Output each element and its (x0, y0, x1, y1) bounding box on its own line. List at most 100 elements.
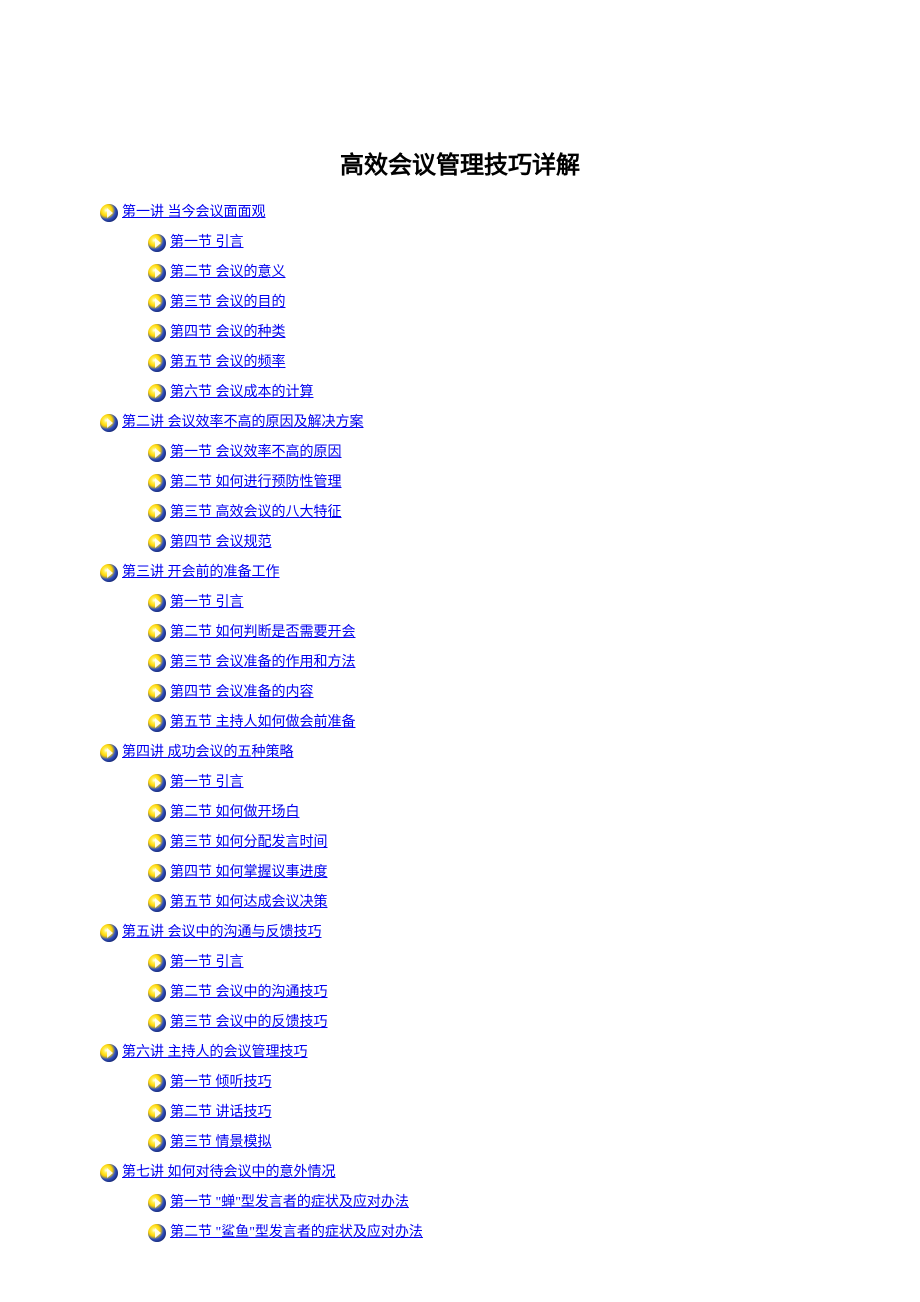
toc-link[interactable]: 第七讲 如何对待会议中的意外情况 (122, 1158, 336, 1188)
toc-link[interactable]: 第二节 讲话技巧 (170, 1098, 272, 1128)
toc-link[interactable]: 第六节 会议成本的计算 (170, 378, 314, 408)
toc-link[interactable]: 第二讲 会议效率不高的原因及解决方案 (122, 408, 364, 438)
toc-item: 第三节 会议的目的 (148, 288, 820, 318)
toc-link[interactable]: 第五节 主持人如何做会前准备 (170, 708, 356, 738)
toc-link[interactable]: 第二节 会议中的沟通技巧 (170, 978, 328, 1008)
toc-item: 第五节 会议的频率 (148, 348, 820, 378)
play-bullet-icon (148, 474, 166, 492)
toc-link[interactable]: 第四节 会议的种类 (170, 318, 286, 348)
toc-link[interactable]: 第二节 如何进行预防性管理 (170, 468, 342, 498)
play-bullet-icon (148, 264, 166, 282)
toc-link[interactable]: 第四节 会议准备的内容 (170, 678, 314, 708)
toc-link[interactable]: 第一节 引言 (170, 948, 244, 978)
play-bullet-icon (148, 594, 166, 612)
toc-link[interactable]: 第三讲 开会前的准备工作 (122, 558, 280, 588)
play-bullet-icon (148, 1014, 166, 1032)
toc-item: 第四节 会议准备的内容 (148, 678, 820, 708)
play-bullet-icon (100, 204, 118, 222)
toc-link[interactable]: 第三节 会议中的反馈技巧 (170, 1008, 328, 1038)
toc-link[interactable]: 第一节 "蝉"型发言者的症状及应对办法 (170, 1188, 409, 1218)
toc-item: 第二讲 会议效率不高的原因及解决方案 (100, 408, 820, 438)
toc-item: 第一节 引言 (148, 588, 820, 618)
play-bullet-icon (148, 504, 166, 522)
play-bullet-icon (148, 354, 166, 372)
toc-link[interactable]: 第一节 引言 (170, 228, 244, 258)
toc-item: 第五讲 会议中的沟通与反馈技巧 (100, 918, 820, 948)
play-bullet-icon (100, 744, 118, 762)
toc-item: 第四节 会议的种类 (148, 318, 820, 348)
toc-item: 第五节 主持人如何做会前准备 (148, 708, 820, 738)
toc-item: 第五节 如何达成会议决策 (148, 888, 820, 918)
toc-item: 第六节 会议成本的计算 (148, 378, 820, 408)
page-title: 高效会议管理技巧详解 (100, 145, 820, 180)
toc-link[interactable]: 第三节 如何分配发言时间 (170, 828, 328, 858)
toc-link[interactable]: 第四讲 成功会议的五种策略 (122, 738, 294, 768)
play-bullet-icon (148, 834, 166, 852)
play-bullet-icon (148, 714, 166, 732)
play-bullet-icon (148, 654, 166, 672)
toc-link[interactable]: 第三节 会议的目的 (170, 288, 286, 318)
toc-link[interactable]: 第六讲 主持人的会议管理技巧 (122, 1038, 308, 1068)
play-bullet-icon (100, 414, 118, 432)
toc-link[interactable]: 第一节 引言 (170, 768, 244, 798)
toc-link[interactable]: 第三节 会议准备的作用和方法 (170, 648, 356, 678)
toc-link[interactable]: 第四节 如何掌握议事进度 (170, 858, 328, 888)
play-bullet-icon (148, 234, 166, 252)
play-bullet-icon (148, 864, 166, 882)
play-bullet-icon (148, 984, 166, 1002)
toc-item: 第二节 会议中的沟通技巧 (148, 978, 820, 1008)
toc-link[interactable]: 第一节 引言 (170, 588, 244, 618)
play-bullet-icon (148, 774, 166, 792)
play-bullet-icon (148, 444, 166, 462)
play-bullet-icon (148, 1074, 166, 1092)
toc-item: 第四讲 成功会议的五种策略 (100, 738, 820, 768)
toc-item: 第一节 引言 (148, 948, 820, 978)
toc-link[interactable]: 第五节 会议的频率 (170, 348, 286, 378)
toc-item: 第一节 倾听技巧 (148, 1068, 820, 1098)
toc-link[interactable]: 第四节 会议规范 (170, 528, 272, 558)
toc-item: 第六讲 主持人的会议管理技巧 (100, 1038, 820, 1068)
toc-item: 第一节 引言 (148, 768, 820, 798)
toc-link[interactable]: 第五节 如何达成会议决策 (170, 888, 328, 918)
toc-item: 第三节 高效会议的八大特征 (148, 498, 820, 528)
toc-item: 第七讲 如何对待会议中的意外情况 (100, 1158, 820, 1188)
play-bullet-icon (100, 1044, 118, 1062)
play-bullet-icon (148, 624, 166, 642)
toc-item: 第一节 引言 (148, 228, 820, 258)
toc-item: 第四节 会议规范 (148, 528, 820, 558)
toc-link[interactable]: 第三节 高效会议的八大特征 (170, 498, 342, 528)
toc-link[interactable]: 第五讲 会议中的沟通与反馈技巧 (122, 918, 322, 948)
play-bullet-icon (148, 294, 166, 312)
play-bullet-icon (148, 534, 166, 552)
toc-link[interactable]: 第一节 倾听技巧 (170, 1068, 272, 1098)
play-bullet-icon (148, 894, 166, 912)
toc-item: 第二节 会议的意义 (148, 258, 820, 288)
play-bullet-icon (148, 804, 166, 822)
toc-item: 第三讲 开会前的准备工作 (100, 558, 820, 588)
play-bullet-icon (100, 564, 118, 582)
toc-link[interactable]: 第二节 "鲨鱼"型发言者的症状及应对办法 (170, 1218, 423, 1248)
play-bullet-icon (148, 1224, 166, 1242)
play-bullet-icon (100, 1164, 118, 1182)
toc-item: 第三节 会议准备的作用和方法 (148, 648, 820, 678)
toc-item: 第二节 "鲨鱼"型发言者的症状及应对办法 (148, 1218, 820, 1248)
toc-item: 第二节 讲话技巧 (148, 1098, 820, 1128)
toc-link[interactable]: 第二节 如何做开场白 (170, 798, 300, 828)
toc-item: 第二节 如何判断是否需要开会 (148, 618, 820, 648)
play-bullet-icon (148, 324, 166, 342)
toc-item: 第二节 如何进行预防性管理 (148, 468, 820, 498)
table-of-contents: 第一讲 当今会议面面观第一节 引言第二节 会议的意义第三节 会议的目的第四节 会… (100, 198, 820, 1248)
toc-item: 第三节 会议中的反馈技巧 (148, 1008, 820, 1038)
toc-item: 第一讲 当今会议面面观 (100, 198, 820, 228)
toc-link[interactable]: 第一节 会议效率不高的原因 (170, 438, 342, 468)
play-bullet-icon (148, 684, 166, 702)
toc-link[interactable]: 第二节 如何判断是否需要开会 (170, 618, 356, 648)
toc-link[interactable]: 第一讲 当今会议面面观 (122, 198, 266, 228)
toc-item: 第三节 情景模拟 (148, 1128, 820, 1158)
toc-item: 第二节 如何做开场白 (148, 798, 820, 828)
toc-item: 第四节 如何掌握议事进度 (148, 858, 820, 888)
toc-link[interactable]: 第二节 会议的意义 (170, 258, 286, 288)
play-bullet-icon (148, 954, 166, 972)
toc-link[interactable]: 第三节 情景模拟 (170, 1128, 272, 1158)
toc-item: 第一节 会议效率不高的原因 (148, 438, 820, 468)
